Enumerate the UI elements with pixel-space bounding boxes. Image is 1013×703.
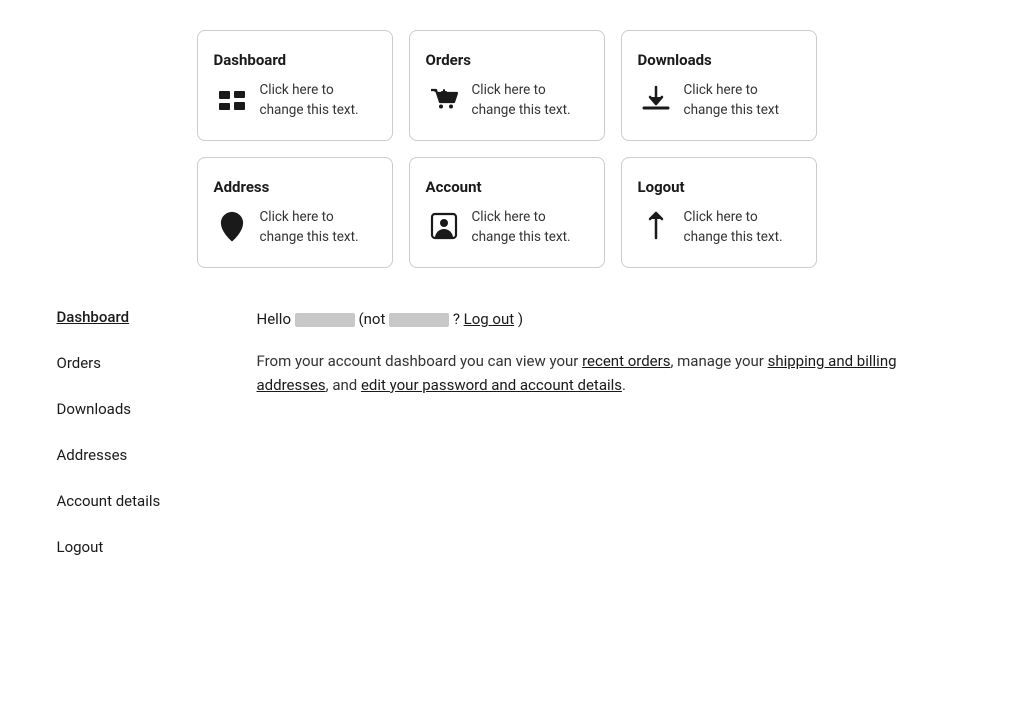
address-icon: [214, 208, 250, 244]
paren-close: ): [518, 310, 523, 328]
hello-line: Hello (not ? Log out ): [257, 308, 957, 331]
tile-address-text: Click here to change this text.: [260, 208, 376, 247]
sidebar-item-addresses[interactable]: Addresses: [57, 446, 217, 464]
dashboard-icon: [214, 81, 250, 117]
tile-logout[interactable]: Logout Click here to change this text.: [621, 157, 817, 268]
tile-downloads-text: Click here to change this text: [684, 81, 800, 120]
recent-orders-link[interactable]: recent orders: [582, 352, 670, 370]
sidebar-item-logout[interactable]: Logout: [57, 538, 217, 556]
sidebar-item-orders[interactable]: Orders: [57, 354, 217, 372]
tile-downloads-label: Downloads: [638, 51, 800, 69]
username-redacted: [295, 313, 355, 327]
sidebar-item-dashboard[interactable]: Dashboard: [57, 308, 217, 326]
tile-logout-text: Click here to change this text.: [684, 208, 800, 247]
main-content: Hello (not ? Log out ) From your account…: [257, 308, 957, 556]
sidebar-nav: Dashboard Orders Downloads Addresses Account…: [57, 308, 217, 556]
tile-dashboard-text: Click here to change this text.: [260, 81, 376, 120]
downloads-icon: [638, 81, 674, 117]
tiles-grid: Dashboard Click here to change this text…: [197, 30, 817, 268]
sidebar-item-account-details[interactable]: Account details: [57, 492, 217, 510]
dashboard-description: From your account dashboard you can view…: [257, 349, 957, 397]
hello-suffix: ?: [453, 310, 464, 328]
hello-not: (not: [358, 310, 389, 328]
account-icon: [426, 208, 462, 244]
username2-redacted: [389, 313, 449, 327]
hello-prefix: Hello: [257, 310, 292, 328]
bottom-section: Dashboard Orders Downloads Addresses Account…: [57, 308, 957, 556]
tile-address[interactable]: Address Click here to change this text.: [197, 157, 393, 268]
tile-dashboard-label: Dashboard: [214, 51, 376, 69]
sidebar-item-downloads[interactable]: Downloads: [57, 400, 217, 418]
tile-orders[interactable]: Orders Click here to change this text.: [409, 30, 605, 141]
tile-downloads[interactable]: Downloads Click here to change this text: [621, 30, 817, 141]
tile-dashboard[interactable]: Dashboard Click here to change this text…: [197, 30, 393, 141]
tile-logout-label: Logout: [638, 178, 800, 196]
logout-icon: [638, 208, 674, 244]
logout-link[interactable]: Log out: [464, 310, 515, 328]
tile-account[interactable]: Account Click here to change this text.: [409, 157, 605, 268]
orders-icon: [426, 81, 462, 117]
tile-orders-text: Click here to change this text.: [472, 81, 588, 120]
edit-password-link[interactable]: edit your password and account details: [361, 376, 622, 394]
tile-account-text: Click here to change this text.: [472, 208, 588, 247]
tile-account-label: Account: [426, 178, 588, 196]
tile-address-label: Address: [214, 178, 376, 196]
tile-orders-label: Orders: [426, 51, 588, 69]
